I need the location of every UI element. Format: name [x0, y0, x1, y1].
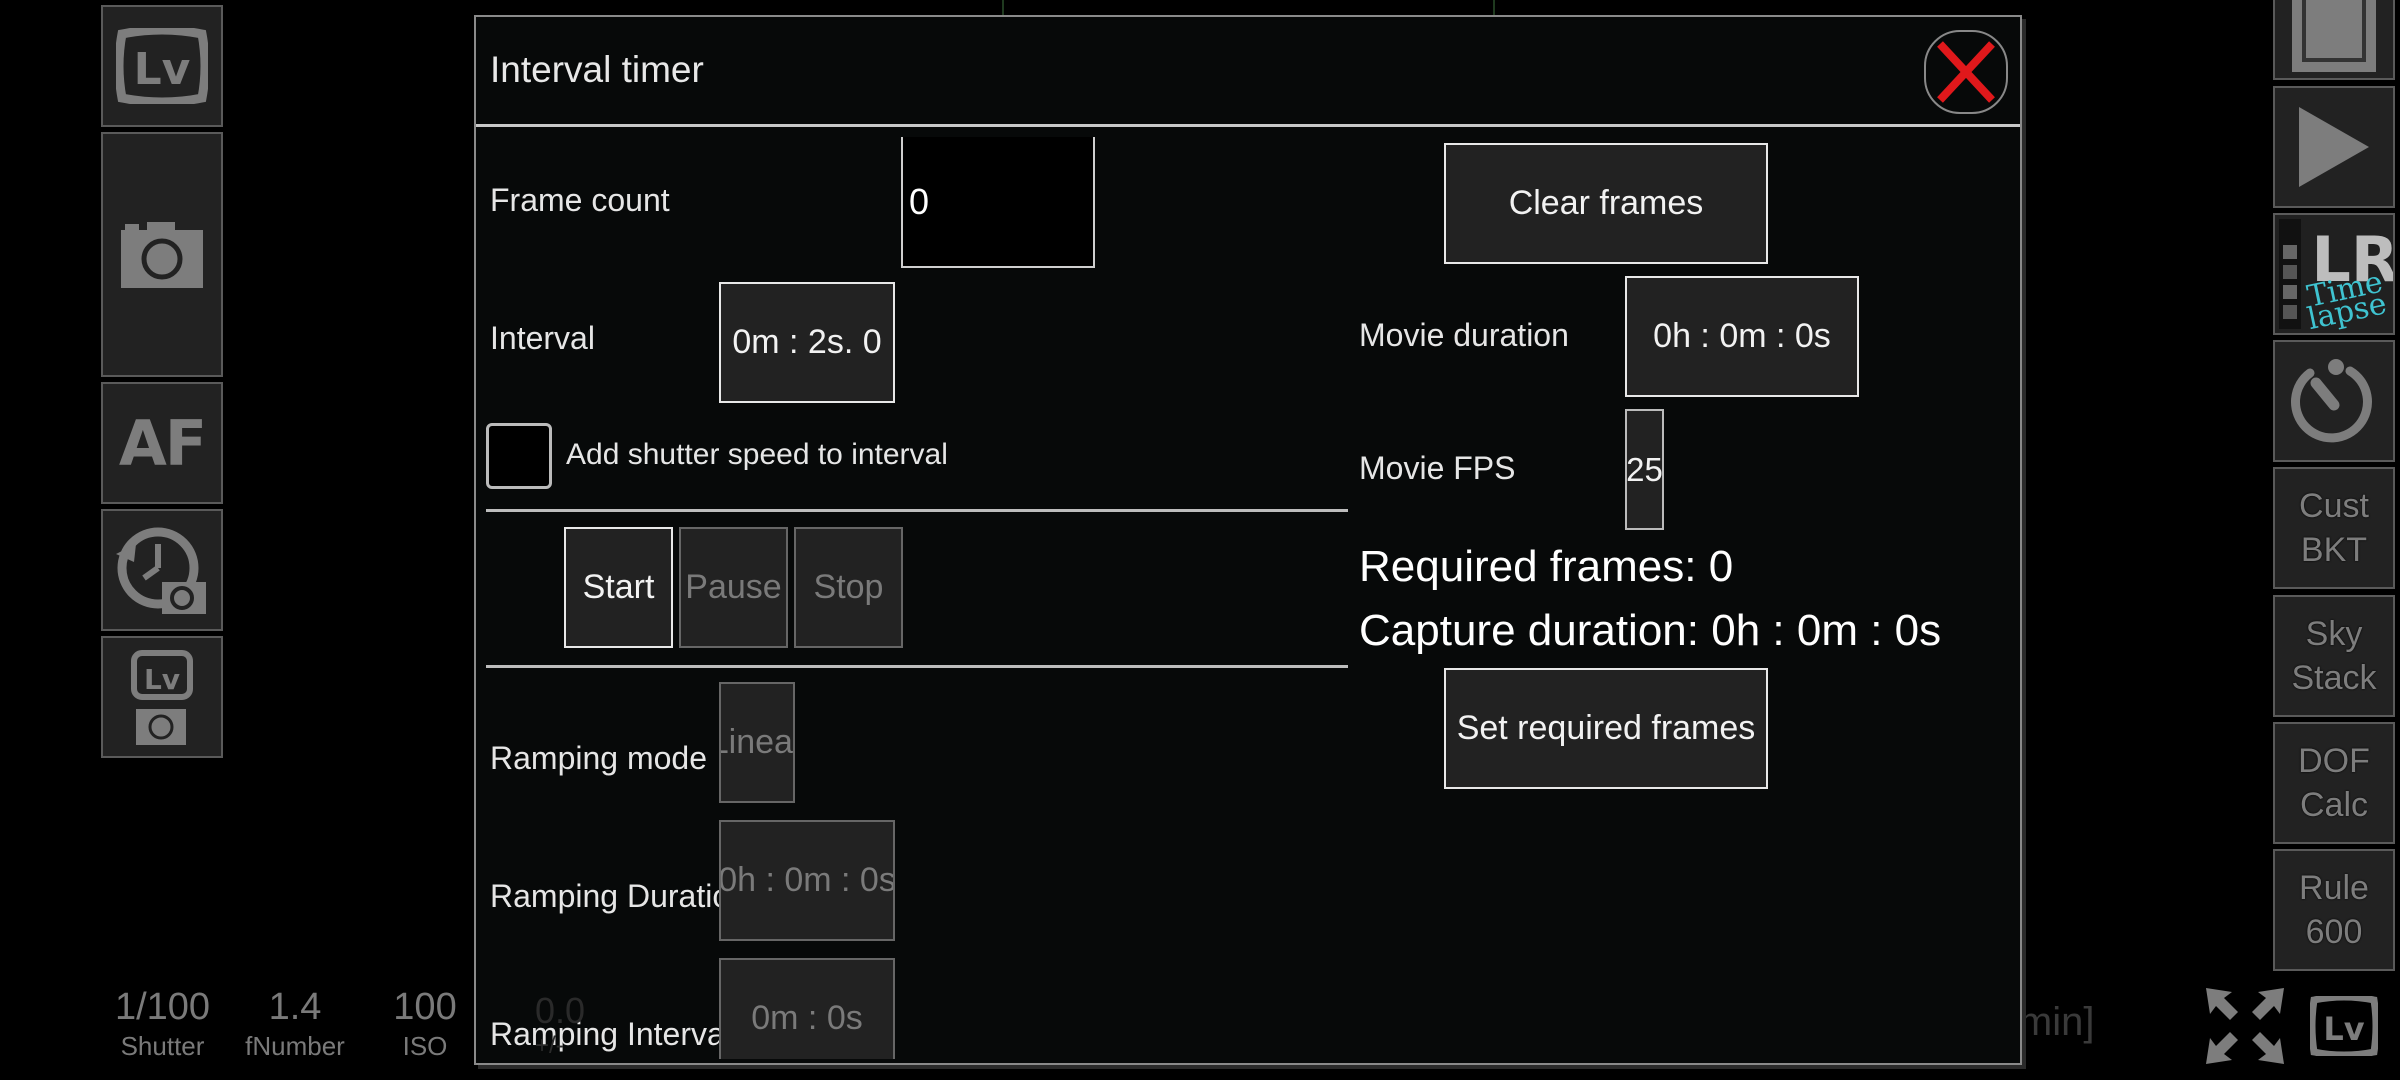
- movie-fps-label: Movie FPS: [1359, 450, 1516, 486]
- gallery-button[interactable]: [2273, 0, 2395, 80]
- rule-600-line2: 600: [2305, 913, 2363, 951]
- shutter-label: Shutter: [120, 1031, 205, 1061]
- stop-button[interactable]: Stop: [794, 527, 903, 648]
- ramping-interval-button[interactable]: 0m : 0s: [719, 958, 895, 1059]
- live-view-button[interactable]: Lv: [101, 5, 223, 127]
- clear-frames-button[interactable]: Clear frames: [1444, 143, 1768, 264]
- iso-label: ISO: [402, 1031, 448, 1061]
- svg-text:Lv: Lv: [144, 663, 180, 696]
- ramping-duration-button[interactable]: 0h : 0m : 0s: [719, 820, 895, 941]
- ramping-interval-label: Ramping Interval: [490, 1016, 732, 1052]
- live-view-icon: Lv: [116, 28, 208, 104]
- ev-label: +/-: [535, 1032, 564, 1059]
- capture-duration-value: 0h : 0m : 0s: [1711, 606, 1942, 655]
- dof-calc-button[interactable]: DOF Calc: [2273, 722, 2395, 844]
- fnumber-readout[interactable]: 1.4 fNumber: [230, 985, 360, 1063]
- start-button[interactable]: Start: [564, 527, 673, 648]
- interval-clock-icon: [116, 527, 206, 614]
- self-timer-icon: [2291, 359, 2372, 443]
- frame-count-label: Frame count: [490, 182, 670, 218]
- self-timer-button[interactable]: [2273, 340, 2395, 462]
- fnumber-value: 1.4: [268, 986, 322, 1028]
- play-icon: [2299, 107, 2369, 187]
- ev-value: 0.0: [535, 990, 586, 1031]
- interval-timer-dialog: Interval timer Frame count 0 Interval 0m…: [474, 15, 2022, 1065]
- dof-calc-line1: DOF: [2298, 742, 2370, 780]
- svg-text:Lv: Lv: [134, 44, 191, 95]
- add-shutter-label: Add shutter speed to interval: [566, 438, 948, 471]
- capture-button[interactable]: [101, 132, 223, 377]
- lrtimelapse-logo-icon: LR Time lapse: [2275, 215, 2393, 333]
- shutter-readout[interactable]: 1/100 Shutter: [100, 985, 225, 1063]
- sky-stack-line2: Stack: [2291, 659, 2377, 697]
- divider: [486, 665, 1348, 668]
- ramping-mode-button[interactable]: Linear: [719, 682, 795, 803]
- live-view-icon: Lv: [2308, 993, 2380, 1059]
- capture-duration-text: Capture duration: 0h : 0m : 0s: [1359, 606, 1941, 656]
- gallery-icon: [2292, 0, 2376, 72]
- autofocus-button[interactable]: AF: [101, 382, 223, 504]
- close-icon: [1937, 41, 1995, 103]
- cust-bkt-line1: Cust: [2299, 487, 2369, 525]
- pause-button[interactable]: Pause: [679, 527, 788, 648]
- divider: [486, 509, 1348, 512]
- liveview-toggle-button[interactable]: Lv: [2308, 993, 2380, 1059]
- ramping-duration-label: Ramping Duration: [490, 878, 748, 914]
- liveview-capture-button[interactable]: Lv: [101, 636, 223, 758]
- cust-bkt-line2: BKT: [2300, 531, 2368, 569]
- af-icon: AF: [118, 406, 207, 480]
- fullscreen-button[interactable]: [2206, 988, 2284, 1064]
- lrtimelapse-button[interactable]: LR Time lapse: [2273, 213, 2395, 335]
- play-button[interactable]: [2273, 86, 2395, 208]
- movie-fps-button[interactable]: 25: [1625, 409, 1664, 530]
- sky-stack-line1: Sky: [2305, 615, 2363, 653]
- interval-button[interactable]: 0m : 2s. 0: [719, 282, 895, 403]
- rule-600-line1: Rule: [2299, 869, 2369, 907]
- fnumber-label: fNumber: [245, 1031, 345, 1061]
- ramping-mode-label: Ramping mode: [490, 740, 707, 776]
- movie-duration-button[interactable]: 0h : 0m : 0s: [1625, 276, 1859, 397]
- interval-timer-button[interactable]: [101, 509, 223, 631]
- capture-duration-label: Capture duration:: [1359, 606, 1699, 655]
- dialog-title: Interval timer: [490, 49, 704, 90]
- rule-600-button[interactable]: Rule 600: [2273, 849, 2395, 971]
- required-frames-value: 0: [1708, 542, 1734, 591]
- dialog-title-bar: Interval timer: [476, 17, 2020, 127]
- movie-duration-label: Movie duration: [1359, 317, 1569, 353]
- camera-icon: [121, 221, 203, 288]
- sky-stack-button[interactable]: Sky Stack: [2273, 595, 2395, 717]
- frame-count-field[interactable]: 0: [901, 137, 1095, 268]
- iso-value: 100: [393, 986, 457, 1028]
- dof-calc-line2: Calc: [2299, 786, 2369, 824]
- shutter-value: 1/100: [114, 986, 211, 1028]
- close-button[interactable]: [1924, 30, 2008, 114]
- iso-readout[interactable]: 100 ISO: [380, 985, 470, 1063]
- expand-arrows-icon: [2206, 988, 2284, 1064]
- interval-label: Interval: [490, 320, 595, 356]
- required-frames-label: Required frames:: [1359, 542, 1697, 591]
- liveview-camera-icon: Lv: [131, 650, 193, 745]
- set-required-frames-button[interactable]: Set required frames: [1444, 668, 1768, 789]
- svg-text:Lv: Lv: [2323, 1010, 2364, 1048]
- cust-bkt-button[interactable]: Cust BKT: [2273, 467, 2395, 589]
- required-frames-text: Required frames: 0: [1359, 542, 1733, 592]
- add-shutter-checkbox[interactable]: [486, 423, 552, 489]
